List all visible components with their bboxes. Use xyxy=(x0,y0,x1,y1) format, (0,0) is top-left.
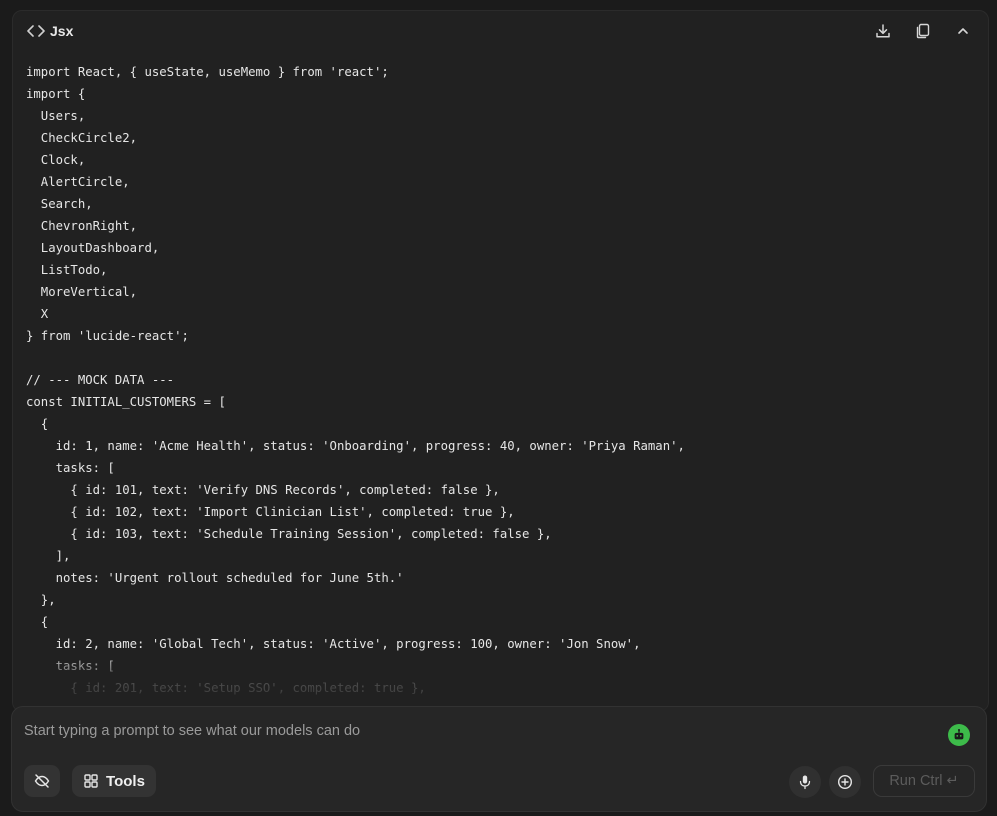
code-line: id: 1, name: 'Acme Health', status: 'Onb… xyxy=(26,439,685,453)
tools-label: Tools xyxy=(106,772,145,790)
code-line: notes: 'Urgent rollout scheduled for Jun… xyxy=(26,571,404,585)
download-button[interactable] xyxy=(872,20,894,42)
collapse-button[interactable] xyxy=(952,20,974,42)
code-line: Users, xyxy=(26,109,86,123)
code-line: } from 'lucide-react'; xyxy=(26,329,189,343)
code-line: Clock, xyxy=(26,153,86,167)
code-line: { id: 201, text: 'Setup SSO', completed:… xyxy=(26,681,426,695)
code-icon xyxy=(27,24,45,38)
code-line: { id: 103, text: 'Schedule Training Sess… xyxy=(26,527,552,541)
code-line: }, xyxy=(26,593,56,607)
grid-icon xyxy=(84,774,98,788)
code-line: { xyxy=(26,417,49,431)
code-line: CheckCircle2, xyxy=(26,131,138,145)
code-line: { id: 101, text: 'Verify DNS Records', c… xyxy=(26,483,500,497)
copy-icon xyxy=(916,23,930,39)
code-line: LayoutDashboard, xyxy=(26,241,160,255)
run-button[interactable]: Run Ctrl ↵ xyxy=(873,765,975,797)
code-line: { xyxy=(26,615,49,629)
code-line: AlertCircle, xyxy=(26,175,130,189)
microphone-icon xyxy=(799,775,811,790)
code-line: // --- MOCK DATA --- xyxy=(26,373,175,387)
code-line: X xyxy=(26,307,49,321)
code-line: tasks: [ xyxy=(26,659,115,673)
code-line: Search, xyxy=(26,197,93,211)
code-block: Jsx import React, { useState, useMemo } … xyxy=(12,10,989,712)
hide-toggle-button[interactable] xyxy=(24,765,60,797)
add-button[interactable] xyxy=(829,766,861,798)
code-line: MoreVertical, xyxy=(26,285,138,299)
code-line: const INITIAL_CUSTOMERS = [ xyxy=(26,395,226,409)
code-line: ], xyxy=(26,549,71,563)
chevron-up-icon xyxy=(958,28,968,34)
code-line: id: 2, name: 'Global Tech', status: 'Act… xyxy=(26,637,641,651)
prompt-input[interactable] xyxy=(24,719,904,743)
robot-icon[interactable] xyxy=(948,724,970,746)
code-line: tasks: [ xyxy=(26,461,115,475)
code-line: { id: 102, text: 'Import Clinician List'… xyxy=(26,505,515,519)
code-content: import React, { useState, useMemo } from… xyxy=(26,61,978,711)
code-line: ListTodo, xyxy=(26,263,108,277)
copy-button[interactable] xyxy=(912,20,934,42)
plus-circle-icon xyxy=(837,774,853,790)
language-label-group: Jsx xyxy=(27,21,73,41)
code-line: ChevronRight, xyxy=(26,219,138,233)
eye-off-icon xyxy=(34,774,50,788)
prompt-composer: Tools Run Ctrl ↵ xyxy=(11,706,987,812)
tools-button[interactable]: Tools xyxy=(72,765,156,797)
code-line: import React, { useState, useMemo } from… xyxy=(26,65,389,79)
microphone-button[interactable] xyxy=(789,766,821,798)
code-block-header: Jsx xyxy=(13,11,988,51)
code-line: import { xyxy=(26,87,86,101)
download-icon xyxy=(876,24,890,38)
language-label: Jsx xyxy=(50,23,74,39)
